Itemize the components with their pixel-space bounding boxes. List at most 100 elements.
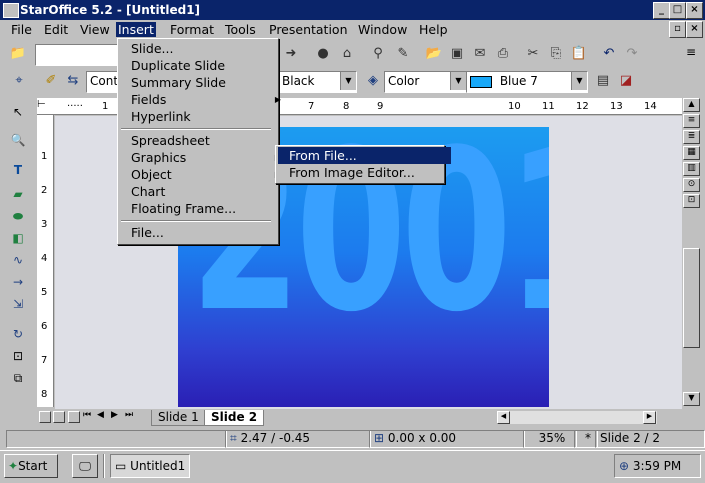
network-icon[interactable]: ⊕ bbox=[619, 459, 629, 473]
next-slide-icon[interactable]: ▶ bbox=[111, 410, 118, 420]
area-style-combo[interactable]: Color ▼ bbox=[384, 71, 467, 93]
size-icon: ⊞ bbox=[374, 431, 385, 445]
minimize-button[interactable]: _ bbox=[653, 2, 670, 19]
drawing-view-button[interactable] bbox=[39, 411, 51, 423]
menu-item-floating-frame[interactable]: Floating Frame... bbox=[120, 200, 285, 217]
menu-item-file[interactable]: File... bbox=[120, 224, 285, 241]
paste-icon[interactable]: 📋 bbox=[568, 43, 590, 65]
rotate-icon[interactable]: ↻ bbox=[8, 324, 28, 344]
stop-icon[interactable]: ● bbox=[312, 43, 334, 65]
edit-file-icon[interactable]: 📁 bbox=[7, 43, 29, 65]
menu-item-graphics[interactable]: Graphics▶ bbox=[120, 149, 285, 166]
menu-window[interactable]: Window bbox=[356, 22, 409, 37]
redo-icon[interactable]: ↷ bbox=[621, 43, 643, 65]
arrow-line-icon[interactable]: → bbox=[8, 272, 28, 292]
layer-view-button[interactable] bbox=[68, 411, 80, 423]
vertical-scrollbar[interactable]: ▲ ≡ ≣ ▦ ▥ ⊙ ⊡ ▼ bbox=[683, 98, 700, 408]
quicklaunch-icon[interactable]: 🖵 bbox=[72, 454, 98, 478]
menu-edit[interactable]: Edit bbox=[42, 22, 70, 37]
curve-icon[interactable]: ∿ bbox=[8, 250, 28, 270]
zoom-field[interactable]: 35% bbox=[523, 430, 577, 448]
chevron-down-icon[interactable]: ▼ bbox=[340, 72, 356, 90]
edit-icon[interactable]: ✎ bbox=[392, 43, 414, 65]
horizontal-scrollbar[interactable]: ◀ ▶ bbox=[497, 411, 657, 424]
line-color-combo[interactable]: Black ▼ bbox=[278, 71, 357, 93]
outline-view-icon[interactable]: ≣ bbox=[683, 130, 700, 144]
last-slide-icon[interactable]: ⏭ bbox=[125, 410, 133, 420]
style-combo[interactable]: Cont bbox=[86, 71, 121, 93]
copy-icon[interactable]: ⎘ bbox=[545, 43, 567, 65]
zoom-icon[interactable]: 🔍 bbox=[8, 130, 28, 150]
navigator-icon[interactable]: ≡ bbox=[683, 114, 700, 128]
tab-slide-1[interactable]: Slide 1 bbox=[151, 410, 206, 426]
menu-tools[interactable]: Tools bbox=[223, 22, 258, 37]
menu-insert[interactable]: Insert bbox=[116, 22, 156, 37]
master-view-button[interactable] bbox=[53, 411, 65, 423]
shadow-icon[interactable]: ▤ bbox=[592, 70, 614, 92]
doc-restore-button[interactable]: ▫ bbox=[669, 21, 686, 38]
area-color-combo[interactable]: Blue 7 ▼ bbox=[466, 71, 588, 93]
menu-item-fields[interactable]: Fields ▶ bbox=[120, 91, 285, 108]
maximize-button[interactable]: □ bbox=[669, 2, 686, 19]
url-field[interactable] bbox=[35, 44, 125, 66]
mail-icon[interactable]: ✉ bbox=[469, 43, 491, 65]
rectangle-icon[interactable]: ▰ bbox=[8, 184, 28, 204]
cut-icon[interactable]: ✂ bbox=[522, 43, 544, 65]
close-button[interactable]: × bbox=[686, 2, 703, 19]
print-icon[interactable]: ⎙ bbox=[492, 43, 514, 65]
alignment-icon[interactable]: ⊡ bbox=[8, 346, 28, 366]
search-icon[interactable]: ⚲ bbox=[367, 43, 389, 65]
menu-item-duplicate-slide[interactable]: Duplicate Slide bbox=[120, 57, 285, 74]
menu-item-summary-slide[interactable]: Summary Slide bbox=[120, 74, 285, 91]
select-icon[interactable]: ↖ bbox=[8, 102, 28, 122]
chevron-down-icon[interactable]: ▼ bbox=[450, 72, 466, 90]
menu-item-slide[interactable]: Slide... bbox=[120, 40, 285, 57]
arrange-icon[interactable]: ⧉ bbox=[8, 368, 28, 388]
first-slide-icon[interactable]: ⏮ bbox=[83, 410, 91, 420]
menu-file[interactable]: File bbox=[9, 22, 34, 37]
text-icon[interactable]: T bbox=[8, 160, 28, 180]
menu-item-spreadsheet[interactable]: Spreadsheet bbox=[120, 132, 285, 149]
menu-item-chart[interactable]: Chart bbox=[120, 183, 285, 200]
doc-close-button[interactable]: × bbox=[686, 21, 703, 38]
scroll-up-button[interactable]: ▲ bbox=[683, 98, 700, 112]
notes-view-icon[interactable]: ▥ bbox=[683, 162, 700, 176]
menu-help[interactable]: Help bbox=[417, 22, 450, 37]
line-icon[interactable]: ✐ bbox=[40, 70, 62, 92]
scroll-right-button[interactable]: ▶ bbox=[643, 411, 656, 424]
menu-item-from-file[interactable]: From File... bbox=[278, 147, 451, 164]
prev-slide-icon[interactable]: ◀ bbox=[97, 410, 104, 420]
app-icon[interactable] bbox=[3, 3, 19, 18]
menu-item-hyperlink[interactable]: Hyperlink bbox=[120, 108, 285, 125]
area-icon[interactable]: ◈ bbox=[362, 70, 384, 92]
scrollbar-thumb[interactable] bbox=[683, 248, 700, 348]
open-icon[interactable]: 📂 bbox=[423, 43, 445, 65]
handout-view-icon[interactable]: ⊙ bbox=[683, 178, 700, 192]
tab-slide-2[interactable]: Slide 2 bbox=[204, 410, 265, 426]
3d-object-icon[interactable]: ◧ bbox=[8, 228, 28, 248]
task-untitled1[interactable]: ▭ Untitled1 bbox=[110, 454, 190, 478]
undo-icon[interactable]: ↶ bbox=[598, 43, 620, 65]
save-icon[interactable]: ▣ bbox=[446, 43, 468, 65]
more-icon[interactable]: ≡ bbox=[686, 45, 701, 62]
scroll-down-button[interactable]: ▼ bbox=[683, 392, 700, 406]
line-style-icon[interactable]: ⇆ bbox=[62, 70, 84, 92]
slide-view-icon[interactable]: ▦ bbox=[683, 146, 700, 160]
ruler-tick: 14 bbox=[644, 101, 657, 112]
home-icon[interactable]: ⌂ bbox=[336, 43, 358, 65]
chevron-down-icon[interactable]: ▼ bbox=[571, 72, 587, 90]
title-bar[interactable]: StarOffice 5.2 - [Untitled1] _ □ × bbox=[0, 0, 705, 20]
menu-presentation[interactable]: Presentation bbox=[267, 22, 350, 37]
start-button[interactable]: ✦Start bbox=[4, 454, 58, 478]
transparency-icon[interactable]: ◪ bbox=[615, 70, 637, 92]
menu-item-from-image-editor[interactable]: From Image Editor... bbox=[278, 164, 451, 181]
menu-item-object[interactable]: Object▶ bbox=[120, 166, 285, 183]
menu-format[interactable]: Format bbox=[168, 22, 216, 37]
connector-icon[interactable]: ⇲ bbox=[8, 294, 28, 314]
scroll-left-button[interactable]: ◀ bbox=[497, 411, 510, 424]
ellipse-icon[interactable]: ⬬ bbox=[8, 206, 28, 226]
menu-view[interactable]: View bbox=[78, 22, 112, 37]
slide-show-icon[interactable]: ⊡ bbox=[683, 194, 700, 208]
points-icon[interactable]: ⌖ bbox=[8, 70, 30, 92]
ruler-tick: 5 bbox=[41, 287, 48, 298]
